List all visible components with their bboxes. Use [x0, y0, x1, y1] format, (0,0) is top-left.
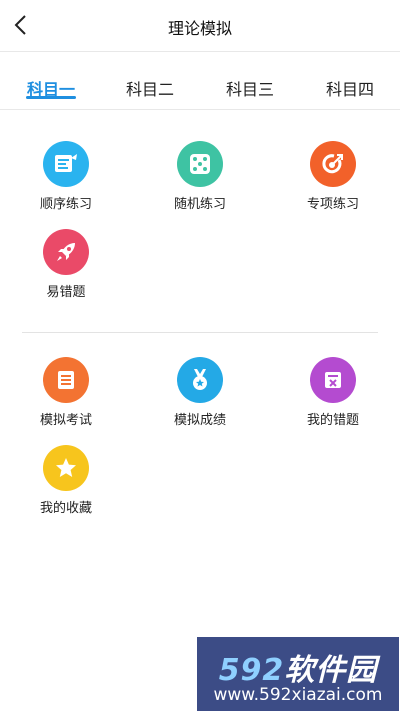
random-practice-button[interactable]: 随机练习: [145, 141, 255, 212]
watermark-number: 592: [218, 653, 285, 688]
section-divider: [22, 332, 378, 333]
item-label: 随机练习: [173, 197, 226, 212]
navigation-bar: 理论模拟: [0, 0, 400, 52]
item-label: 顺序练习: [39, 197, 92, 212]
active-tab-indicator: [26, 96, 76, 99]
item-label: 我的收藏: [39, 501, 92, 516]
item-label: 易错题: [46, 285, 86, 300]
tab-subject-4[interactable]: 科目四: [315, 76, 385, 100]
watermark-logo: 592软件园 www.592xiazai.com: [197, 637, 399, 711]
item-label: 模拟考试: [39, 413, 92, 428]
tab-subject-2[interactable]: 科目二: [115, 76, 185, 100]
my-favorites-button[interactable]: 我的收藏: [11, 445, 121, 516]
page-title: 理论模拟: [167, 19, 232, 38]
mock-scores-button[interactable]: 模拟成绩: [145, 357, 255, 428]
medal-icon: [177, 357, 223, 403]
item-label: 我的错题: [306, 413, 359, 428]
watermark-url: www.592xiazai.com: [213, 685, 383, 705]
wrong-icon: [310, 357, 356, 403]
my-wrong-questions-button[interactable]: 我的错题: [278, 357, 388, 428]
star-icon: [43, 445, 89, 491]
item-label: 模拟成绩: [173, 413, 226, 428]
target-icon: [310, 141, 356, 187]
rocket-icon: [43, 229, 89, 275]
mock-exam-button[interactable]: 模拟考试: [11, 357, 121, 428]
list-icon: [43, 141, 89, 187]
book-icon: [43, 357, 89, 403]
special-practice-button[interactable]: 专项练习: [278, 141, 388, 212]
sequential-practice-button[interactable]: 顺序练习: [11, 141, 121, 212]
item-label: 专项练习: [306, 197, 359, 212]
error-prone-questions-button[interactable]: 易错题: [11, 229, 121, 300]
subject-tabs: 科目一 科目二 科目三 科目四: [0, 52, 400, 110]
watermark-brand: 软件园: [284, 653, 378, 688]
dice-icon: [177, 141, 223, 187]
tab-subject-3[interactable]: 科目三: [215, 76, 285, 100]
